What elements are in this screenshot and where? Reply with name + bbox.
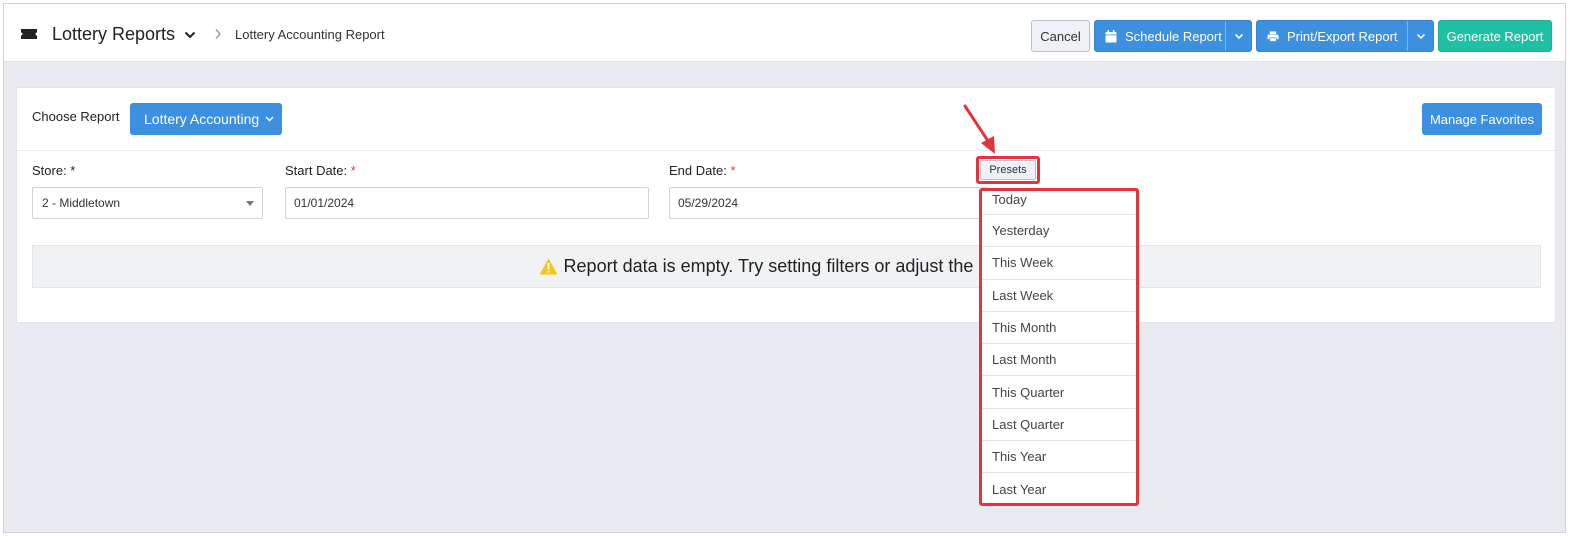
preset-this-month[interactable]: This Month (982, 312, 1136, 345)
cancel-button-label: Cancel (1040, 28, 1081, 44)
presets-dropdown-menu: Today Yesterday This Week Last Week This… (979, 188, 1139, 506)
start-date-label-text: Start Date: (285, 163, 348, 178)
printer-icon (1267, 30, 1279, 42)
required-mark: * (730, 163, 736, 178)
empty-report-text: Report data is empty. Try setting filter… (563, 256, 1035, 276)
schedule-report-button[interactable]: Schedule Report (1094, 20, 1252, 52)
chevron-down-icon (1416, 33, 1425, 39)
start-date-input[interactable]: 01/01/2024 (285, 187, 649, 219)
print-export-dropdown-toggle[interactable] (1407, 21, 1433, 51)
generate-report-button[interactable]: Generate Report (1438, 20, 1552, 52)
print-export-label: Print/Export Report (1287, 28, 1398, 44)
chevron-down-icon (265, 116, 274, 122)
app-frame: Lottery Reports Lottery Accounting Repor… (3, 3, 1566, 533)
cancel-button[interactable]: Cancel (1031, 20, 1090, 52)
preset-this-year[interactable]: This Year (982, 441, 1136, 474)
generate-report-label: Generate Report (1446, 28, 1544, 44)
schedule-report-label: Schedule Report (1125, 28, 1222, 44)
preset-today[interactable]: Today (982, 191, 1136, 215)
store-select-value: 2 - Middletown (42, 196, 121, 210)
top-bar: Lottery Reports Lottery Accounting Repor… (4, 4, 1565, 62)
choose-report-label: Choose Report (32, 109, 120, 124)
store-select[interactable]: 2 - Middletown (32, 187, 263, 219)
end-date-input[interactable]: 05/29/2024 (669, 187, 989, 219)
selected-report-label: Lottery Accounting (144, 111, 260, 127)
page-title: Lottery Reports (52, 24, 176, 44)
warning-icon (539, 258, 558, 275)
preset-this-week[interactable]: This Week (982, 247, 1136, 280)
presets-button[interactable]: Presets (980, 160, 1036, 180)
preset-last-week[interactable]: Last Week (982, 280, 1136, 312)
preset-this-quarter[interactable]: This Quarter (982, 376, 1136, 409)
dropdown-triangle-icon (246, 201, 254, 206)
print-export-report-button[interactable]: Print/Export Report (1256, 20, 1434, 52)
chevron-right-icon (215, 29, 221, 39)
breadcrumb: Lottery Accounting Report (235, 27, 385, 42)
presets-button-label: Presets (989, 164, 1027, 176)
chevron-down-icon (1234, 33, 1243, 39)
schedule-dropdown-toggle[interactable] (1225, 21, 1251, 51)
calendar-icon (1105, 29, 1117, 42)
start-date-label: Start Date: * (285, 163, 356, 178)
end-date-label-text: End Date: (669, 163, 727, 178)
start-date-value: 01/01/2024 (294, 196, 355, 210)
ticket-icon (21, 29, 37, 39)
end-date-value: 05/29/2024 (678, 196, 739, 210)
preset-last-quarter[interactable]: Last Quarter (982, 409, 1136, 442)
store-label: Store: * (32, 163, 76, 178)
choose-report-dropdown[interactable]: Lottery Accounting (130, 103, 282, 135)
manage-favorites-label: Manage Favorites (1429, 111, 1535, 127)
chevron-down-icon[interactable] (184, 31, 196, 39)
manage-favorites-button[interactable]: Manage Favorites (1422, 103, 1542, 135)
preset-last-month[interactable]: Last Month (982, 344, 1136, 377)
report-panel: Choose Report Lottery Accounting Manage … (16, 87, 1556, 323)
preset-yesterday[interactable]: Yesterday (982, 215, 1136, 248)
required-mark: * (350, 163, 356, 178)
end-date-label: End Date: * (669, 163, 736, 178)
empty-report-message: Report data is empty. Try setting filter… (32, 245, 1541, 288)
preset-last-year[interactable]: Last Year (982, 473, 1136, 503)
divider (17, 150, 1555, 151)
